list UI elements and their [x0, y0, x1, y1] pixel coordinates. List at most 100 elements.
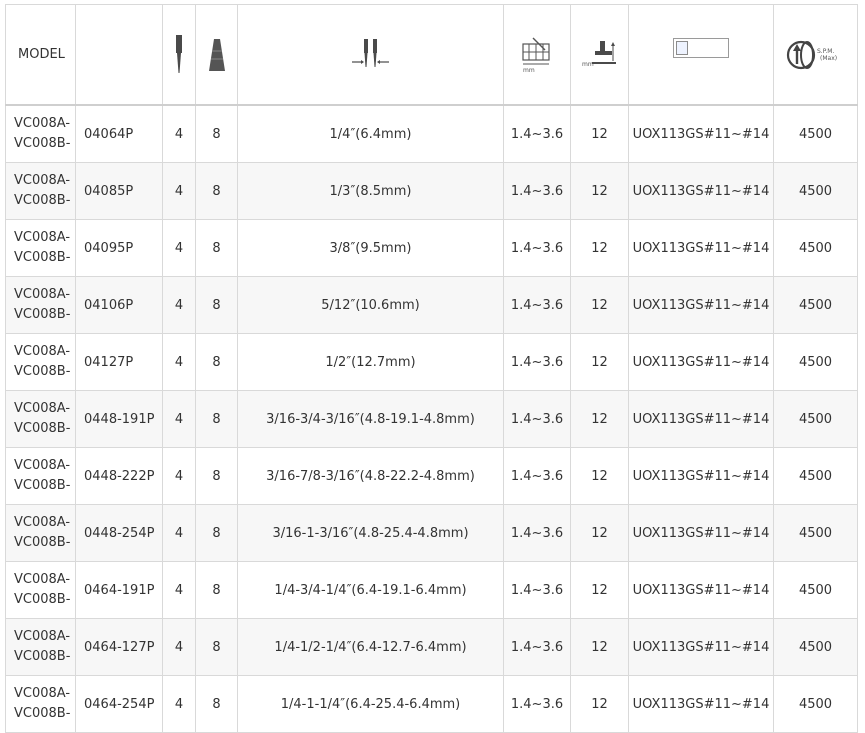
needle-system-cell: UOX113GS#11~#14	[628, 333, 774, 391]
gauge-cell: 1/4″(6.4mm)	[237, 104, 504, 163]
speed-gauge-icon: S.P.M. (Max)	[786, 40, 837, 69]
table-row: VC008A- VC008B- 0464-254P 4 8 1/4-1-1/4″(…	[5, 675, 858, 733]
needle-gauge-icon	[351, 38, 389, 67]
stitch-cell: 1.4~3.6	[503, 162, 571, 220]
lift-cell: 12	[570, 675, 629, 733]
needles-cell: 4	[162, 675, 196, 733]
needle-system-cell: UOX113GS#11~#14	[628, 219, 774, 277]
table-row: VC008A- VC008B- 0464-191P 4 8 1/4-3/4-1/4…	[5, 561, 858, 619]
stitch-cell: 1.4~3.6	[503, 390, 571, 448]
gauge-cell: 3/16-7/8-3/16″(4.8-22.2-4.8mm)	[237, 447, 504, 505]
spm-max-label: (Max)	[820, 55, 837, 62]
part-cell: 04127P	[75, 333, 163, 391]
model-a: VC008A-	[14, 173, 71, 188]
part-cell: 04106P	[75, 276, 163, 334]
threads-cell: 8	[195, 162, 238, 220]
table-row: VC008A- VC008B- 04106P 4 8 5/12″(10.6mm) …	[5, 276, 858, 334]
stitch-cell: 1.4~3.6	[503, 219, 571, 277]
stitch-cell: 1.4~3.6	[503, 618, 571, 676]
needle-system-cell: UOX113GS#11~#14	[628, 276, 774, 334]
model-a: VC008A-	[14, 230, 71, 245]
model-cell: VC008A- VC008B-	[5, 104, 76, 163]
stitch-cell: 1.4~3.6	[503, 504, 571, 562]
needle-system-cell: UOX113GS#11~#14	[628, 104, 774, 163]
model-b: VC008B-	[14, 649, 71, 664]
needles-cell: 4	[162, 104, 196, 163]
model-b: VC008B-	[14, 136, 71, 151]
table-body: VC008A- VC008B- 04064P 4 8 1/4″(6.4mm) 1.…	[5, 104, 858, 733]
threads-cell: 8	[195, 276, 238, 334]
model-b: VC008B-	[14, 307, 71, 322]
model-a: VC008A-	[14, 344, 71, 359]
gauge-cell: 1/2″(12.7mm)	[237, 333, 504, 391]
part-cell: 0448-254P	[75, 504, 163, 562]
needle-system-cell: UOX113GS#11~#14	[628, 162, 774, 220]
part-cell: 04085P	[75, 162, 163, 220]
needle-system-cell: UOX113GS#11~#14	[628, 675, 774, 733]
model-b: VC008B-	[14, 250, 71, 265]
threads-cell: 8	[195, 390, 238, 448]
model-a: VC008A-	[14, 515, 71, 530]
needle-icon	[176, 34, 182, 73]
model-cell: VC008A- VC008B-	[5, 561, 76, 619]
model-b: VC008B-	[14, 706, 71, 721]
model-a: VC008A-	[14, 458, 71, 473]
model-a: VC008A-	[14, 116, 71, 131]
speed-cell: 4500	[773, 618, 858, 676]
threads-cell: 8	[195, 618, 238, 676]
needles-column-header	[162, 4, 196, 106]
lift-cell: 12	[570, 276, 629, 334]
stitch-cell: 1.4~3.6	[503, 447, 571, 505]
model-b: VC008B-	[14, 364, 71, 379]
gauge-column-header	[237, 4, 504, 106]
spm-label: S.P.M.	[817, 48, 834, 55]
model-b: VC008B-	[14, 421, 71, 436]
threads-cell: 8	[195, 504, 238, 562]
part-cell: 04095P	[75, 219, 163, 277]
needles-cell: 4	[162, 618, 196, 676]
stitch-cell: 1.4~3.6	[503, 104, 571, 163]
model-b: VC008B-	[14, 478, 71, 493]
part-cell: 0464-127P	[75, 618, 163, 676]
model-cell: VC008A- VC008B-	[5, 504, 76, 562]
needle-system-cell: UOX113GS#11~#14	[628, 447, 774, 505]
model-cell: VC008A- VC008B-	[5, 675, 76, 733]
speed-cell: 4500	[773, 276, 858, 334]
presser-foot-lift-icon: mm	[582, 40, 616, 68]
table-row: VC008A- VC008B- 04127P 4 8 1/2″(12.7mm) 1…	[5, 333, 858, 391]
stitch-length-icon: mm	[522, 37, 550, 74]
broken-image-icon	[673, 38, 729, 58]
model-a: VC008A-	[14, 287, 71, 302]
model-a: VC008A-	[14, 629, 71, 644]
needle-system-cell: UOX113GS#11~#14	[628, 618, 774, 676]
gauge-cell: 5/12″(10.6mm)	[237, 276, 504, 334]
lift-cell: 12	[570, 447, 629, 505]
model-cell: VC008A- VC008B-	[5, 219, 76, 277]
model-column-header: MODEL	[5, 4, 76, 106]
model-cell: VC008A- VC008B-	[5, 162, 76, 220]
lift-cell: 12	[570, 390, 629, 448]
lift-cell: 12	[570, 618, 629, 676]
lift-cell: 12	[570, 333, 629, 391]
needle-system-cell: UOX113GS#11~#14	[628, 561, 774, 619]
model-cell: VC008A- VC008B-	[5, 333, 76, 391]
part-cell: 0448-191P	[75, 390, 163, 448]
part-cell: 0464-254P	[75, 675, 163, 733]
threads-column-header	[195, 4, 238, 106]
needles-cell: 4	[162, 162, 196, 220]
needles-cell: 4	[162, 219, 196, 277]
speed-cell: 4500	[773, 219, 858, 277]
lift-cell: 12	[570, 219, 629, 277]
spec-table-container: MODEL mm mm S.P.M. (Max) VC008A- VC008B-…	[5, 4, 858, 733]
speed-column-header: S.P.M. (Max)	[773, 4, 858, 106]
gauge-cell: 3/8″(9.5mm)	[237, 219, 504, 277]
model-b: VC008B-	[14, 535, 71, 550]
part-cell: 0448-222P	[75, 447, 163, 505]
header-row: MODEL mm mm S.P.M. (Max)	[5, 4, 858, 106]
threads-cell: 8	[195, 333, 238, 391]
needle-system-column-header	[628, 4, 774, 106]
threads-cell: 8	[195, 561, 238, 619]
threads-cell: 8	[195, 219, 238, 277]
part-cell: 0464-191P	[75, 561, 163, 619]
gauge-cell: 1/4-1-1/4″(6.4-25.4-6.4mm)	[237, 675, 504, 733]
